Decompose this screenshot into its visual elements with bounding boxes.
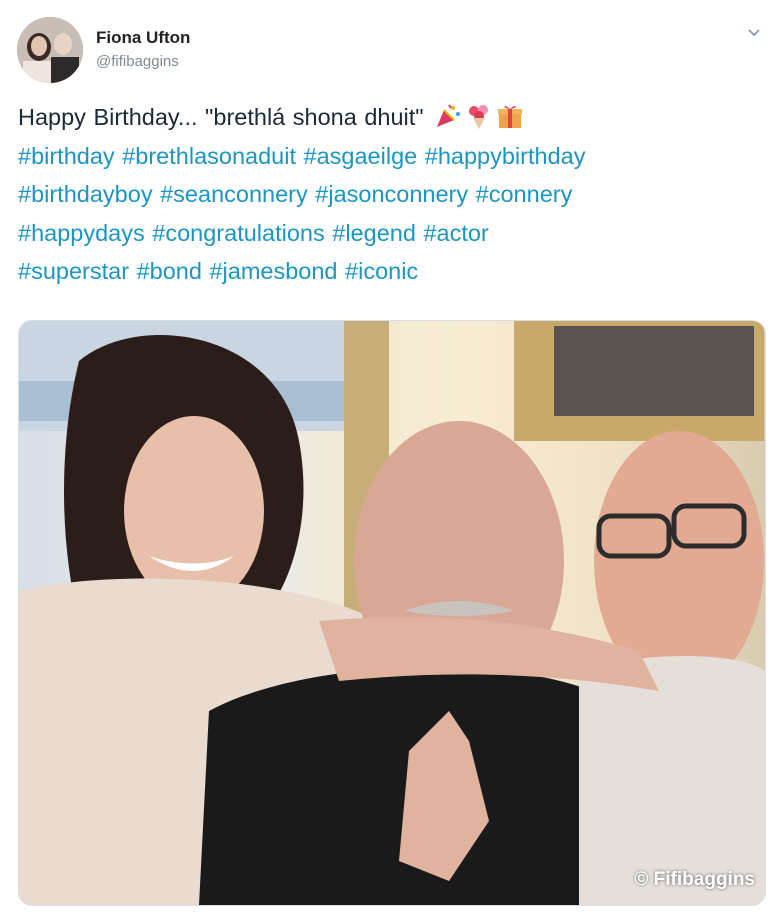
hashtag[interactable]: #asgaeilge [304, 143, 418, 169]
bouquet-icon [469, 105, 489, 129]
hashtag[interactable]: #jamesbond [209, 258, 337, 284]
author-handle[interactable]: @fifibaggins [96, 53, 179, 70]
hashtag[interactable]: #seanconnery [160, 181, 308, 207]
tweet-intro-text: Happy Birthday... "brethlá shona dhuit" [18, 104, 424, 130]
hashtag[interactable]: #birthdayboy [18, 181, 153, 207]
hashtag[interactable]: #iconic [345, 258, 418, 284]
avatar[interactable] [17, 17, 83, 83]
party-popper-icon [437, 104, 461, 127]
avatar-photo [17, 17, 83, 83]
hashtag[interactable]: #happydays [18, 220, 145, 246]
photo-watermark: © Fifibaggins [634, 869, 755, 890]
hashtag[interactable]: #jasonconnery [315, 181, 468, 207]
hashtag[interactable]: #legend [332, 220, 416, 246]
hashtag[interactable]: #brethlasonaduit [122, 143, 296, 169]
tweet-card: Fiona Ufton @fifibaggins Happy Birthday.… [0, 0, 778, 918]
hashtag[interactable]: #congratulations [152, 220, 324, 246]
gift-icon [498, 106, 523, 128]
author-name[interactable]: Fiona Ufton [96, 28, 190, 48]
chevron-down-icon[interactable] [744, 24, 764, 44]
hashtag[interactable]: #actor [423, 220, 488, 246]
hashtag[interactable]: #superstar [18, 258, 129, 284]
hashtag[interactable]: #birthday [18, 143, 115, 169]
tweet-photo[interactable]: © Fifibaggins [18, 320, 766, 906]
hashtag[interactable]: #happybirthday [425, 143, 586, 169]
hashtag[interactable]: #bond [137, 258, 202, 284]
hashtag[interactable]: #connery [476, 181, 573, 207]
photo-illustration [19, 321, 765, 905]
tweet-text: Happy Birthday... "brethlá shona dhuit" … [18, 98, 763, 291]
